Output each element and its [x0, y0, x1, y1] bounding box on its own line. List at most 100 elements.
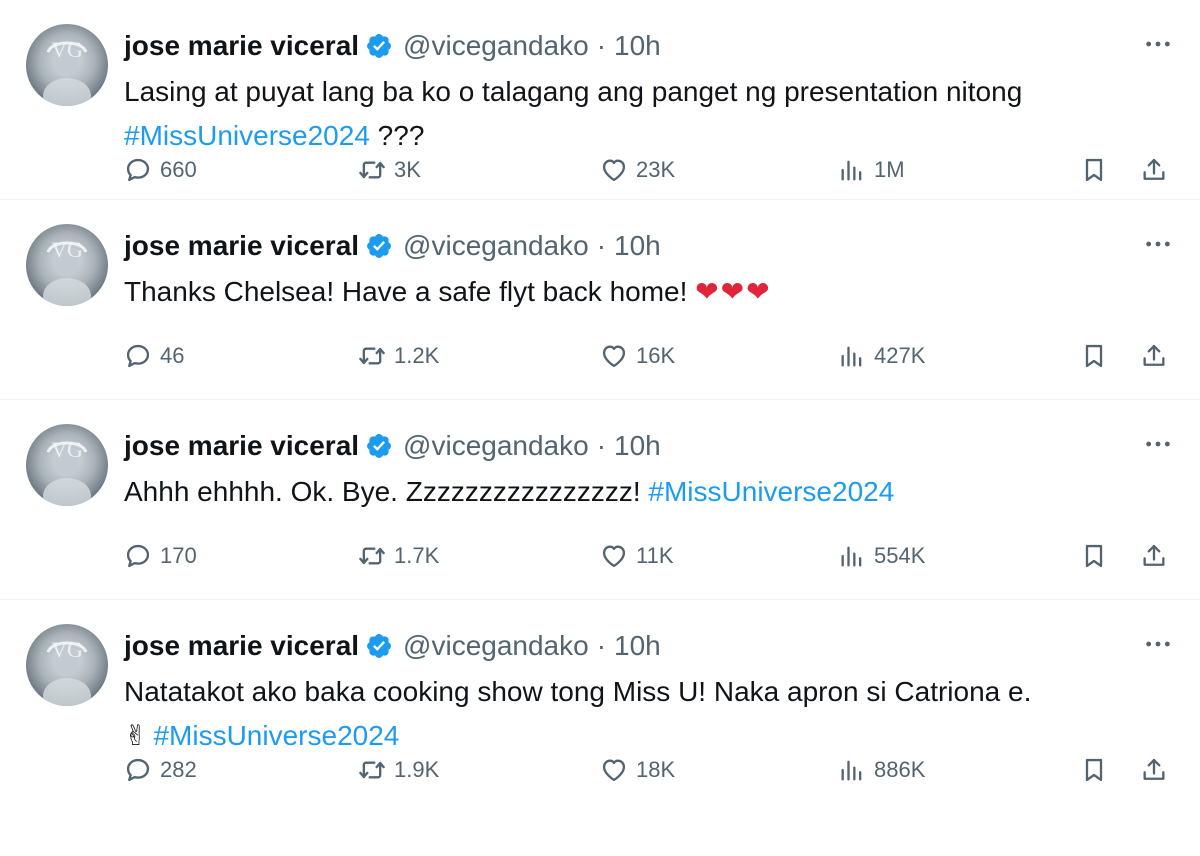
replies-count: 282 [160, 757, 197, 782]
timestamp[interactable]: 10h [614, 30, 661, 62]
views-icon [838, 756, 866, 784]
share-button[interactable] [1140, 534, 1168, 578]
bookmark-button[interactable] [1080, 148, 1108, 192]
tweet-text: Natatakot ako baka cooking show tong Mis… [124, 676, 1032, 707]
separator-dot: · [596, 630, 607, 661]
views-button[interactable]: 427K [838, 334, 925, 378]
like-button[interactable]: 18K [600, 748, 675, 792]
repost-icon [358, 542, 386, 570]
reply-button[interactable]: 282 [124, 748, 197, 792]
repost-icon [358, 342, 386, 370]
views-count: 886K [874, 757, 926, 782]
hashtag-link[interactable]: #MissUniverse2024 [648, 476, 894, 507]
more-options-icon[interactable] [1142, 28, 1174, 60]
reply-button[interactable]: 46 [124, 334, 184, 378]
tweet-text: Ahhh ehhhh. Ok. Bye. Zzzzzzzzzzzzzzzz! [124, 476, 649, 507]
like-icon [600, 542, 628, 570]
author-handle[interactable]: @vicegandako [403, 30, 589, 62]
repost-icon [358, 756, 386, 784]
verified-badge-icon [365, 232, 393, 260]
more-options-icon[interactable] [1142, 428, 1174, 460]
tweet-body: Natatakot ako baka cooking show tong Mis… [124, 670, 1164, 758]
repost-icon [358, 156, 386, 184]
timestamp[interactable]: 10h [614, 230, 661, 262]
reply-icon [124, 542, 152, 570]
tweet-text-suffix: ??? [369, 120, 425, 151]
tweet-header: jose marie viceral @vicegandako · 10h [124, 626, 661, 666]
reply-icon [124, 342, 152, 370]
reply-button[interactable]: 170 [124, 534, 197, 578]
reply-button[interactable]: 660 [124, 148, 197, 192]
tweet[interactable]: jose marie viceral @vicegandako · 10h Natata… [0, 600, 1200, 800]
like-icon [600, 756, 628, 784]
tweet-text: Lasing at puyat lang ba ko o talagang an… [124, 76, 1023, 107]
verified-badge-icon [365, 632, 393, 660]
avatar-image [26, 24, 108, 106]
likes-count: 16K [636, 343, 676, 368]
tweet-feed: jose marie viceral @vicegandako · 10h Lasing… [0, 0, 1200, 800]
separator-dot: · [596, 230, 607, 261]
avatar[interactable] [26, 424, 108, 506]
like-icon [600, 156, 628, 184]
timestamp[interactable]: 10h [614, 630, 661, 662]
author-name[interactable]: jose marie viceral [124, 630, 359, 662]
views-button[interactable]: 554K [838, 534, 925, 578]
share-button[interactable] [1140, 148, 1168, 192]
avatar[interactable] [26, 224, 108, 306]
more-options-icon[interactable] [1142, 628, 1174, 660]
hashtag-link[interactable]: #MissUniverse2024 [124, 120, 370, 151]
hashtag-link[interactable]: #MissUniverse2024 [153, 720, 399, 751]
views-button[interactable]: 886K [838, 748, 925, 792]
repost-button[interactable]: 1.7K [358, 534, 439, 578]
repost-button[interactable]: 3K [358, 148, 421, 192]
share-icon [1140, 342, 1168, 370]
share-icon [1140, 542, 1168, 570]
tweet-text: Thanks Chelsea! Have a safe flyt back ho… [124, 276, 696, 307]
share-button[interactable] [1140, 334, 1168, 378]
author-handle[interactable]: @vicegandako [403, 230, 589, 262]
separator-dot: · [596, 430, 607, 461]
tweet[interactable]: jose marie viceral @vicegandako · 10h Thanks… [0, 200, 1200, 400]
tweet-actions: 282 1.9K 18K 886K [124, 748, 1184, 792]
like-button[interactable]: 16K [600, 334, 675, 378]
bookmark-icon [1080, 156, 1108, 184]
reply-icon [124, 756, 152, 784]
author-handle[interactable]: @vicegandako [403, 430, 589, 462]
author-name[interactable]: jose marie viceral [124, 430, 359, 462]
reposts-count: 1.2K [394, 343, 440, 368]
like-button[interactable]: 23K [600, 148, 675, 192]
tweet-actions: 170 1.7K 11K 554K [124, 534, 1184, 578]
author-handle[interactable]: @vicegandako [403, 630, 589, 662]
reply-icon [124, 156, 152, 184]
likes-count: 18K [636, 757, 676, 782]
views-button[interactable]: 1M [838, 148, 905, 192]
views-icon [838, 542, 866, 570]
replies-count: 170 [160, 543, 197, 568]
views-icon [838, 156, 866, 184]
bookmark-button[interactable] [1080, 534, 1108, 578]
more-options-icon[interactable] [1142, 228, 1174, 260]
bookmark-button[interactable] [1080, 748, 1108, 792]
avatar[interactable] [26, 24, 108, 106]
reposts-count: 1.9K [394, 757, 440, 782]
bookmark-button[interactable] [1080, 334, 1108, 378]
timestamp[interactable]: 10h [614, 430, 661, 462]
avatar[interactable] [26, 624, 108, 706]
share-button[interactable] [1140, 748, 1168, 792]
likes-count: 11K [636, 543, 674, 568]
tweet-body: Lasing at puyat lang ba ko o talagang an… [124, 70, 1164, 158]
like-button[interactable]: 11K [600, 534, 674, 578]
tweet[interactable]: jose marie viceral @vicegandako · 10h Lasing… [0, 0, 1200, 200]
share-icon [1140, 156, 1168, 184]
verified-badge-icon [365, 432, 393, 460]
author-name[interactable]: jose marie viceral [124, 230, 359, 262]
replies-count: 660 [160, 157, 197, 182]
repost-button[interactable]: 1.9K [358, 748, 439, 792]
tweet[interactable]: jose marie viceral @vicegandako · 10h Ahhh e… [0, 400, 1200, 600]
tweet-body: Thanks Chelsea! Have a safe flyt back ho… [124, 270, 1164, 314]
views-count: 1M [874, 157, 905, 182]
like-icon [600, 342, 628, 370]
repost-button[interactable]: 1.2K [358, 334, 439, 378]
tweet-actions: 660 3K 23K 1M [124, 148, 1184, 192]
author-name[interactable]: jose marie viceral [124, 30, 359, 62]
